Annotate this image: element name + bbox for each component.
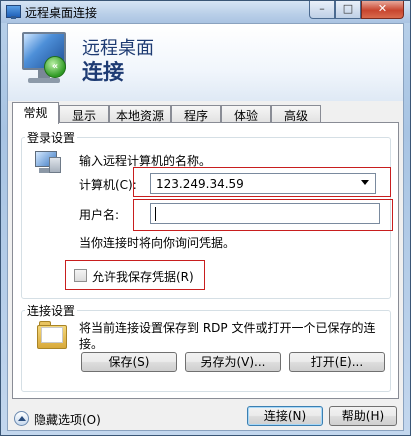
maximize-button[interactable]: □ — [335, 1, 361, 19]
tab-general[interactable]: 常规 — [12, 102, 59, 124]
tab-local-resources[interactable]: 本地资源 — [109, 105, 171, 123]
general-tab-panel: 登录设置 输入远程计算机的名称。 计算机(C): 123.249.34.59 用… — [12, 122, 399, 399]
open-button[interactable]: 打开(E)... — [289, 352, 385, 372]
tab-display[interactable]: 显示 — [59, 105, 109, 123]
username-label: 用户名: — [79, 208, 120, 222]
chevron-up-circle-icon[interactable] — [14, 411, 29, 426]
connect-button[interactable]: 连接(N) — [247, 406, 323, 426]
remote-desktop-window: 远程桌面连接 – □ ✕ « 远程桌面 连接 常规 显示 本地资源 程序 体验 … — [0, 0, 411, 436]
folder-icon — [37, 321, 67, 349]
banner-title-line2: 连接 — [82, 60, 124, 84]
close-button[interactable]: ✕ — [361, 1, 404, 19]
highlight-box-save-credentials — [65, 260, 205, 290]
window-controls: – □ ✕ — [309, 1, 404, 19]
tab-programs[interactable]: 程序 — [171, 105, 221, 123]
connection-badge-icon: « — [44, 56, 66, 78]
tab-experience[interactable]: 体验 — [221, 105, 271, 123]
save-as-button[interactable]: 另存为(V)... — [185, 352, 281, 372]
computer-label: 计算机(C): — [79, 178, 137, 192]
remote-desktop-logo-icon: « — [22, 32, 66, 90]
remote-desktop-icon — [6, 5, 21, 19]
dialog-client: « 远程桌面 连接 常规 显示 本地资源 程序 体验 高级 登录设置 输入远程计… — [7, 23, 404, 431]
logon-settings-label: 登录设置 — [25, 129, 78, 146]
banner: « 远程桌面 连接 — [8, 24, 403, 101]
minimize-button[interactable]: – — [309, 1, 335, 19]
save-button[interactable]: 保存(S) — [81, 352, 177, 372]
credentials-note: 当你连接时将向你询问凭据。 — [79, 236, 236, 250]
connection-settings-label: 连接设置 — [25, 302, 78, 319]
title-bar[interactable]: 远程桌面连接 – □ ✕ — [1, 1, 410, 23]
highlight-box-computer — [133, 167, 391, 197]
connection-description-line1: 将当前连接设置保存到 RDP 文件或打开一个已保存的连 — [79, 321, 376, 335]
connection-description-line2: 接。 — [79, 337, 104, 351]
tab-advanced[interactable]: 高级 — [271, 105, 321, 123]
window-title: 远程桌面连接 — [25, 6, 98, 20]
highlight-box-username — [133, 199, 393, 231]
computer-icon — [35, 151, 61, 175]
hide-options-link[interactable]: 隐藏选项(O) — [34, 411, 101, 428]
help-button[interactable]: 帮助(H) — [329, 406, 397, 426]
